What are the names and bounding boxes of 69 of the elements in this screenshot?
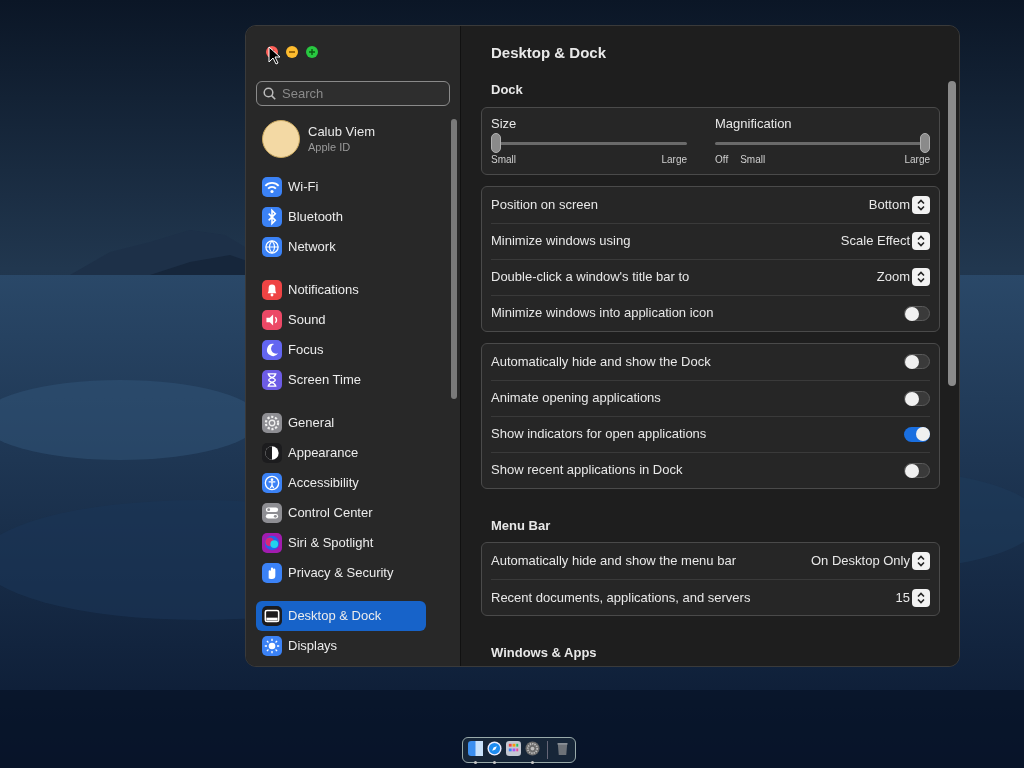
sidebar-item[interactable]: Focus <box>256 335 426 365</box>
sidebar-item[interactable]: Privacy & Security <box>256 558 426 588</box>
stepper-icon <box>912 232 930 250</box>
toggle-switch[interactable] <box>904 305 930 321</box>
sidebar-item[interactable]: Desktop & Dock <box>256 601 426 631</box>
sidebar-item[interactable]: Sound <box>256 305 426 335</box>
scrollbar[interactable] <box>948 81 956 386</box>
zoom-icon[interactable] <box>306 46 318 58</box>
search-field[interactable]: Search <box>256 81 450 106</box>
popup-button[interactable]: Bottom <box>868 194 930 215</box>
slider-tick-label: Small <box>491 153 516 166</box>
toggle-switch[interactable] <box>904 354 930 369</box>
slider-thumb[interactable] <box>491 132 501 153</box>
popup-button[interactable]: On Desktop Only <box>811 551 930 571</box>
sidebar-item[interactable]: Bluetooth <box>256 202 426 232</box>
popup-button[interactable]: Zoom <box>876 267 930 287</box>
setting-label: Recent documents, applications, and servers <box>491 588 751 607</box>
slider[interactable] <box>491 131 687 154</box>
sidebar-item[interactable]: Control Center <box>256 498 426 528</box>
slider-tick-label: Large <box>904 153 930 166</box>
toggle-switch[interactable] <box>904 462 930 478</box>
cursor-icon <box>268 46 280 65</box>
setting-label: Animate opening applications <box>491 389 661 408</box>
toggle-switch[interactable] <box>904 426 930 442</box>
sidebar-item[interactable]: Screen Time <box>256 365 426 395</box>
sidebar-item[interactable]: Displays <box>256 631 426 661</box>
slider[interactable] <box>715 131 930 154</box>
stepper-icon <box>912 552 930 570</box>
finder-icon[interactable] <box>468 741 483 756</box>
slider-tick-label: Small <box>740 153 766 166</box>
toggle-switch[interactable] <box>904 390 930 406</box>
trash-icon[interactable] <box>555 741 570 756</box>
sidebar-item[interactable]: Wi-Fi <box>256 172 426 202</box>
window-title: Desktop & Dock <box>491 43 607 63</box>
sidebar-item[interactable]: Appearance <box>256 438 426 468</box>
slider-label: Magnification <box>715 115 793 132</box>
setting-label: Position on screen <box>491 195 598 214</box>
account-subtitle: Apple ID <box>308 140 352 154</box>
setting-label: Automatically hide and show the menu bar <box>491 552 736 571</box>
setting-label: Double-click a window's title bar to <box>491 268 690 287</box>
search-icon <box>263 87 276 100</box>
section-heading: Dock <box>490 81 524 99</box>
setting-label: Minimize windows into application icon <box>491 304 714 323</box>
setting-label: Show recent applications in Dock <box>491 461 683 480</box>
slider-label: Size <box>491 115 518 132</box>
setting-label: Show indicators for open applications <box>491 425 707 444</box>
stepper-icon <box>912 268 930 286</box>
sidebar-item[interactable]: Accessibility <box>256 468 426 498</box>
setting-label: Automatically hide and show the Dock <box>491 352 711 371</box>
sidebar-item[interactable]: Network <box>256 232 426 262</box>
slider-tick-label: Large <box>661 153 687 166</box>
popup-button[interactable]: Scale Effect <box>840 231 930 251</box>
setting-label: Minimize windows using <box>491 232 631 251</box>
gear-icon[interactable] <box>525 741 540 756</box>
sidebar-item[interactable]: Notifications <box>256 275 426 305</box>
popup-button[interactable]: 15 <box>895 587 930 608</box>
compass-icon[interactable] <box>487 741 502 756</box>
avatar-icon[interactable] <box>262 120 300 158</box>
scrollbar[interactable] <box>451 119 457 399</box>
sidebar-item[interactable]: Siri & Spotlight <box>256 528 426 558</box>
stepper-icon <box>912 588 930 607</box>
slider-tick-label: Off <box>715 153 729 166</box>
stepper-icon <box>912 195 930 214</box>
minimize-icon[interactable] <box>286 46 298 58</box>
slider-thumb[interactable] <box>920 132 930 153</box>
sidebar-item[interactable]: General <box>256 408 426 438</box>
section-heading: Windows & Apps <box>490 644 598 662</box>
account-name[interactable]: Calub Viem <box>308 124 375 140</box>
section-heading: Menu Bar <box>490 516 552 535</box>
